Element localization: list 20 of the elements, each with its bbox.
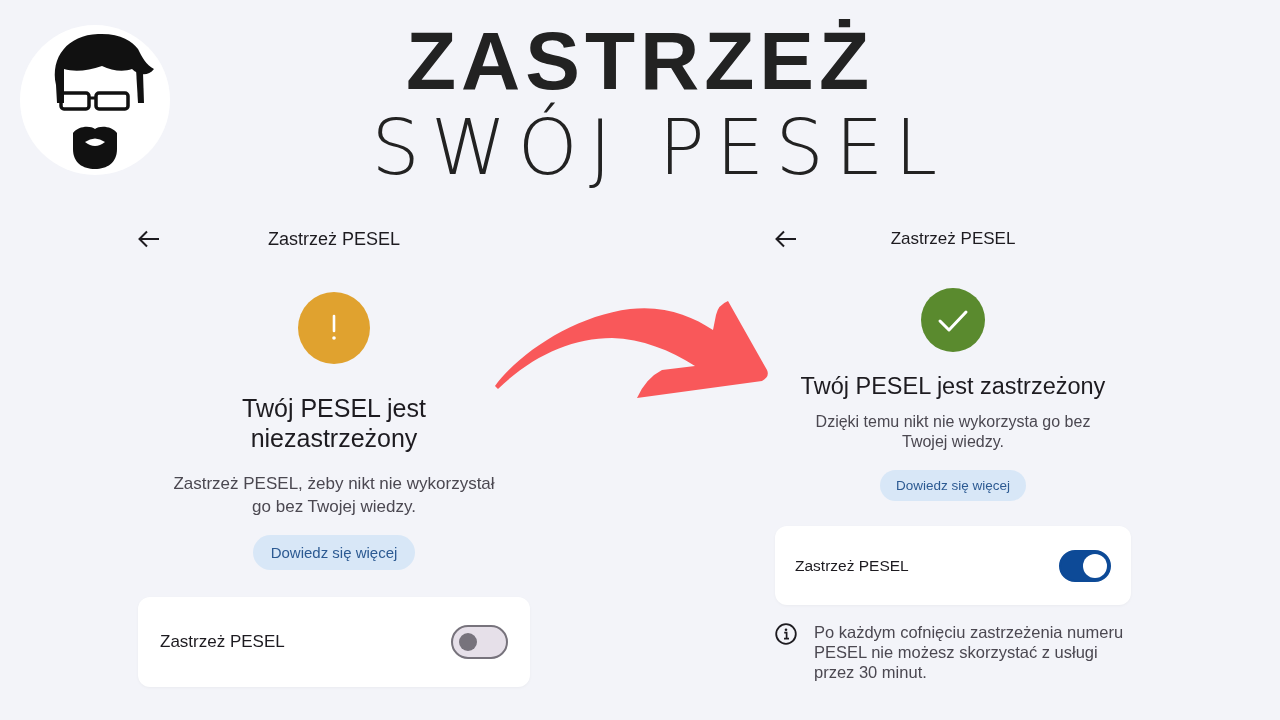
toggle-switch[interactable] <box>451 625 508 659</box>
info-note: Po każdym cofnięciu zastrzeżenia numeru PESEL nie możesz skorzystać z usługi przez 30 minut. <box>814 622 1125 682</box>
screen-title: Zastrzeż PESEL <box>266 228 401 250</box>
setting-label: Zastrzeż PESEL <box>795 556 909 575</box>
screen-title: Zastrzeż PESEL <box>889 229 1017 249</box>
warning-icon <box>298 292 370 364</box>
headline-subtitle: SWÓJ PESEL <box>371 102 949 194</box>
toggle-switch[interactable] <box>1059 549 1111 582</box>
headline-title: ZASTRZEŻ <box>405 19 875 103</box>
status-title: Twój PESEL jest niezastrzeżony <box>241 393 427 453</box>
status-description: Zastrzeż PESEL, żeby nikt nie wykorzystał go bez Twojej wiedzy. <box>172 473 496 518</box>
back-arrow-icon[interactable] <box>138 230 160 248</box>
status-title: Twój PESEL jest zastrzeżony <box>800 372 1106 400</box>
back-arrow-icon[interactable] <box>775 230 797 248</box>
setting-label: Zastrzeż PESEL <box>160 632 285 652</box>
status-description: Dzięki temu nikt nie wykorzysta go bez Twojej wiedzy. <box>814 412 1092 452</box>
learn-more-button[interactable]: Dowiedz się więcej <box>252 535 416 570</box>
learn-more-button[interactable]: Dowiedz się więcej <box>879 470 1026 501</box>
info-icon <box>775 623 797 645</box>
check-icon <box>921 288 985 352</box>
